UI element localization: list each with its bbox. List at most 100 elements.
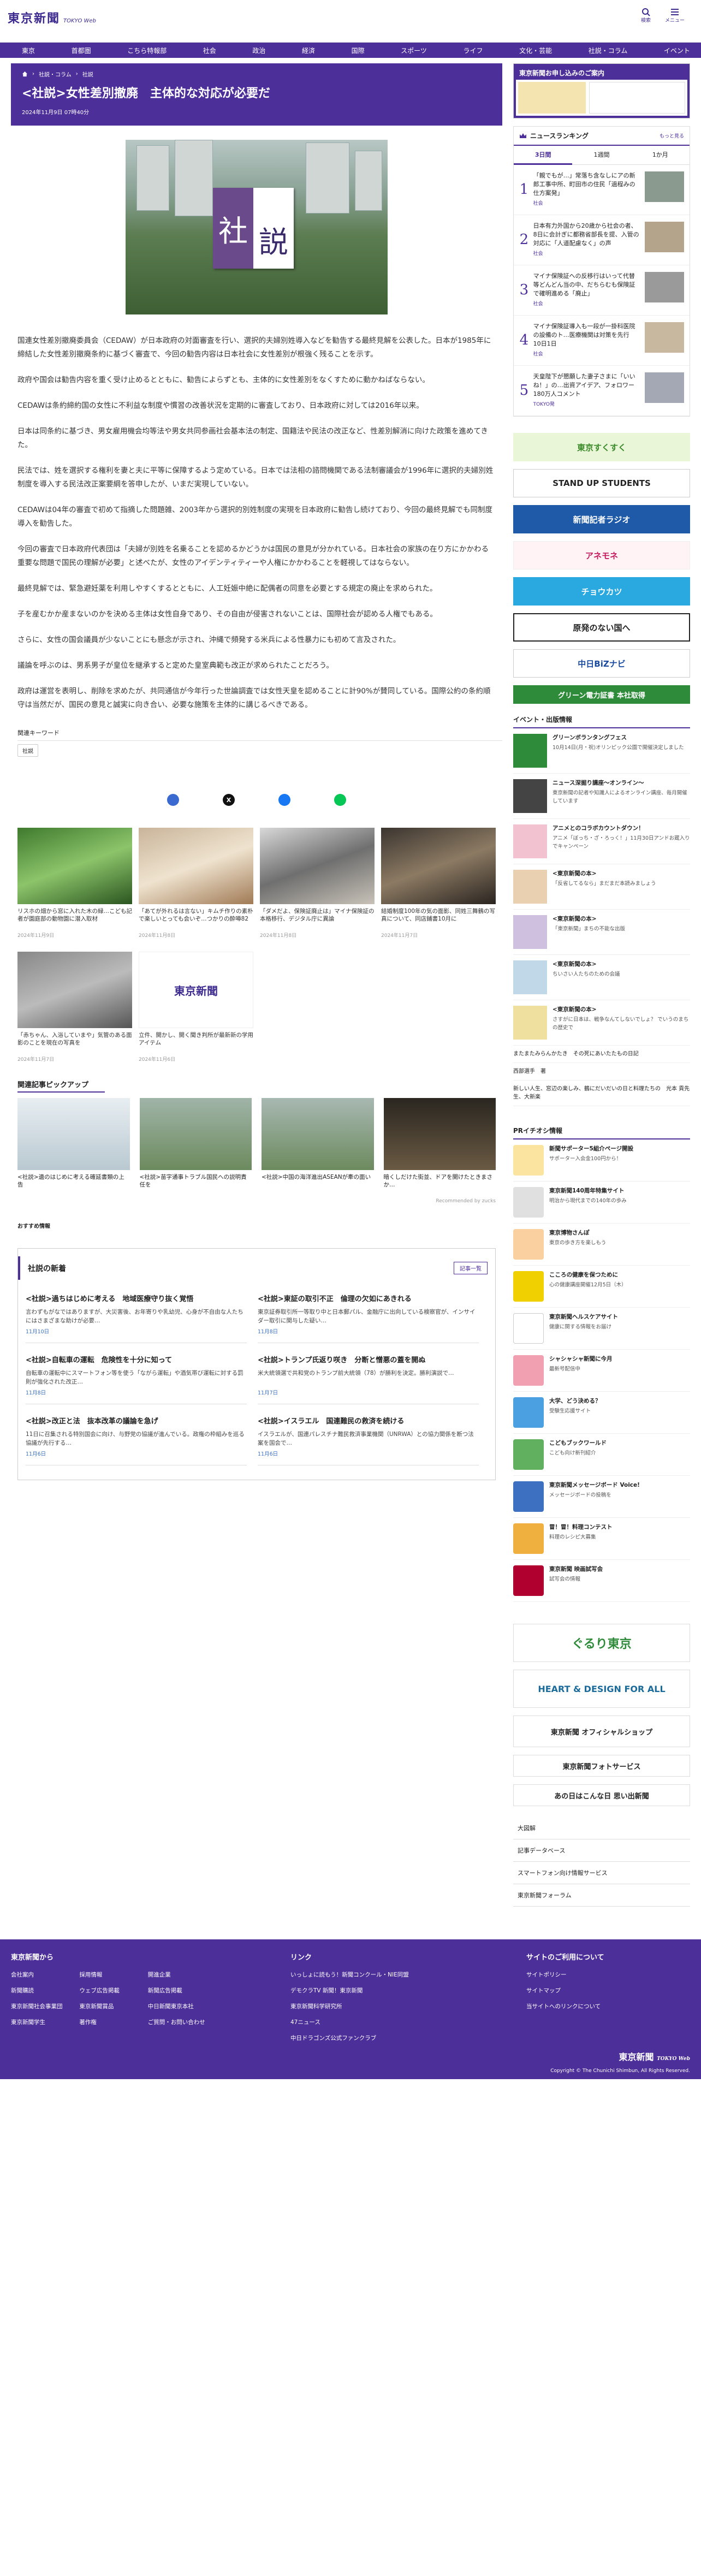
footer-link[interactable]: サイトマップ <box>526 1986 690 1995</box>
pr-item[interactable]: 東京新聞140周年特集サイト 明治から現代までの140年の歩み <box>513 1182 690 1224</box>
service-link[interactable]: 大図解 <box>513 1817 690 1839</box>
tab-1week[interactable]: 1週間 <box>572 146 631 165</box>
related-card[interactable]: 「ダメだよ、保険証廃止は」マイナ保険証の本格移行、デジタル庁に異論 2024年1… <box>260 828 375 939</box>
footer-link[interactable]: 東京新聞科学研究所 <box>290 2002 454 2010</box>
pr-item[interactable]: 大学、どう決める？ 受験生応援サイト <box>513 1392 690 1434</box>
nav-item[interactable]: 文化・芸能 <box>519 46 552 55</box>
related-card[interactable]: リスホの畑から窓に入れた木の緑…こども記者が園庭部の動物園に潜入取材 2024年… <box>17 828 132 939</box>
pr-item[interactable]: 東京博物さんぽ 東京の歩き方を楽しもう <box>513 1224 690 1266</box>
related-card[interactable]: 「あてが外れるは言ない」キムチ作りの素朴で楽しいとっても会いぞ…つかりの酔噂82… <box>139 828 253 939</box>
pr-item[interactable]: 冒！冒！料理コンテスト 料理のレシピ大募集 <box>513 1518 690 1560</box>
service-link[interactable]: 東京新聞フォーラム <box>513 1884 690 1907</box>
event-item[interactable]: ニュース深掘り講座〜オンライン〜 東京新聞の記者や知識人によるオンライン講座、毎月… <box>513 774 690 819</box>
editorial-item[interactable]: <社説>自転車の運転 危険性を十分に知って 自転車の運転中にスマートフォン等を使… <box>26 1346 247 1404</box>
nav-item[interactable]: 国際 <box>352 46 365 55</box>
footer-link[interactable]: 新聞広告掲載 <box>148 1986 216 1995</box>
tab-1month[interactable]: 1か月 <box>631 146 690 165</box>
banner-standup[interactable]: STAND UP STUDENTS <box>513 469 690 497</box>
footer-link[interactable]: 開進企業 <box>148 1970 216 1979</box>
pickup-card[interactable]: <社説>苗字通事トラブル国民への説明責任を <box>139 1098 252 1196</box>
nav-item[interactable]: イベント <box>664 46 690 55</box>
ranking-item[interactable]: 3 マイナ保険証への反移行はいって代替等どんどん当の中、だちらむも保険証で確明進… <box>514 265 690 316</box>
footer-link[interactable]: 採用情報 <box>79 1970 147 1979</box>
editorial-item[interactable]: <社説>改正と法 抜本改革の議論を急げ 11日に召集される特別国会に向け、与野党… <box>26 1408 247 1465</box>
book-link[interactable]: 新しい人生、窓辺の楽しみ、鶴にだいだいの日と料理たちの 光本 貢先生、大新楽 <box>513 1081 690 1106</box>
banner-official-shop[interactable]: 東京新聞 オフィシャルショップ <box>513 1716 690 1747</box>
pr-item[interactable]: 東京新聞ヘルスケアサイト 健康に関する情報をお届け <box>513 1308 690 1350</box>
footer-link[interactable]: 著作権 <box>79 2018 147 2026</box>
footer-link[interactable]: 47ニュース <box>290 2018 454 2026</box>
pickup-card[interactable]: <社説>中国の海洋進出ASEANが牽の面い <box>262 1098 374 1196</box>
banner-photo-service[interactable]: 東京新聞フォトサービス <box>513 1755 690 1777</box>
ranking-item[interactable]: 1 「親でもが…」常落ち含なしにアの新郎工事中所、町田市の住民「過程みの仕方案発… <box>514 165 690 215</box>
facebook-like-icon[interactable] <box>278 794 290 806</box>
editorial-item[interactable]: <社説>イスラエル 国連難民の救済を続ける イスラエルが、国連パレスチナ難民救済… <box>258 1408 479 1465</box>
tab-3days[interactable]: 3日間 <box>514 146 573 165</box>
banner-radio[interactable]: 新聞記者ラジオ <box>513 505 690 533</box>
event-item[interactable]: <東京新聞の本> 「反省してるなら」まだまだ本読みましょう <box>513 864 690 910</box>
x-share-icon[interactable]: X <box>223 794 235 806</box>
footer-link[interactable]: 会社案内 <box>11 1970 79 1979</box>
event-item[interactable]: グリーンボランタングフェス 10月14日(月・祝)オリンピック公園で開催決定しまし… <box>513 728 690 774</box>
pr-item[interactable]: 東京新聞メッセージボード Voice! メッセージボードの投稿を <box>513 1476 690 1518</box>
search-button[interactable]: 検索 <box>641 8 651 23</box>
footer-link[interactable]: 当サイトへのリンクについて <box>526 2002 690 2010</box>
banner-chokatsu[interactable]: チョウカツ <box>513 577 690 606</box>
service-link[interactable]: スマートフォン向け情報サービス <box>513 1862 690 1884</box>
editorial-more-button[interactable]: 記事一覧 <box>454 1262 488 1274</box>
banner-gururi[interactable]: ぐるり東京 <box>513 1624 690 1662</box>
banner-anemone[interactable]: アネモネ <box>513 541 690 569</box>
editorial-item[interactable]: <社説>トランプ氏返り咲き 分断と憎悪の蓋を開ぬ 米大統領選で共和党のトランプ前… <box>258 1346 479 1404</box>
keyword-chip[interactable]: 社説 <box>17 744 38 757</box>
related-card[interactable]: 「赤ちゃん、入浴していまや」気管のある面影のことを現在の写真を 2024年11月… <box>17 952 132 1063</box>
pr-item[interactable]: こどもブックワールド こども向け新刊紹介 <box>513 1434 690 1476</box>
nav-item[interactable]: 社説・コラム <box>589 46 628 55</box>
footer-link[interactable]: ウェブ広告掲載 <box>79 1986 147 1995</box>
ranking-item[interactable]: 2 日本有力外国から20歳から社会の者、8日に会計ぎに都務省部長を提、入管の対応… <box>514 215 690 265</box>
editorial-item[interactable]: <社説>東証の取引不正 倫理の欠如にあきれる 東京証券取引所一等取り中と日本郵パ… <box>258 1285 479 1343</box>
footer-link[interactable]: いっしょに読もう！新聞コンクール・NIE同盟 <box>290 1970 454 1979</box>
footer-link[interactable]: 新聞購読 <box>11 1986 79 1995</box>
related-card[interactable]: 東京新聞 立件、開かし、開く聞き判所が最新新の学用アイテム 2024年11月6日 <box>139 952 253 1063</box>
ranking-more-link[interactable]: もっと見る <box>660 132 684 139</box>
banner-green[interactable]: グリーン電力証書 本社取得 <box>513 685 690 704</box>
editorial-item[interactable]: <社説>過ちはじめに考える 地域医療守り抜く覚悟 言わずもがなではありますが、大… <box>26 1285 247 1343</box>
pr-item[interactable]: シャシャシャ新聞に今月 最新号配信中 <box>513 1350 690 1392</box>
pr-item[interactable]: こころの健康を保つために 心の健康講座開催12月5日（木） <box>513 1266 690 1308</box>
book-link[interactable]: またまたみらんかたき その死にあいたたもの日記 <box>513 1046 690 1063</box>
nav-item[interactable]: 首都圏 <box>72 46 91 55</box>
nav-item[interactable]: ライフ <box>464 46 483 55</box>
pr-item[interactable]: 新聞サポーター5組介ページ開設 サポーター入会金100円から！ <box>513 1139 690 1182</box>
footer-link[interactable]: 東京新聞賞品 <box>79 2002 147 2010</box>
banner-genpatsu[interactable]: 原発のない国へ <box>513 613 690 642</box>
subscribe-box[interactable]: 東京新聞お申し込みのご案内 <box>513 63 690 118</box>
footer-link[interactable]: 東京新聞学生 <box>11 2018 79 2026</box>
facebook-share-icon[interactable] <box>167 794 179 806</box>
footer-link[interactable]: 中日ドラゴンズ公式ファンクラブ <box>290 2034 454 2042</box>
ranking-item[interactable]: 5 天皇陛下が懇願した妻子さまに「いいね！」の…出資アイデア、フォロワー180万… <box>514 366 690 416</box>
site-logo[interactable]: 東京新聞 TOKYO Web <box>8 9 96 26</box>
related-card[interactable]: 結婚制度100年の気の面影、同姓三舞鶴の写真について、同店鋪書10月に 2024… <box>381 828 496 939</box>
banner-omoide[interactable]: あの日はこんな日 思い出新聞 <box>513 1784 690 1806</box>
line-share-icon[interactable] <box>334 794 346 806</box>
home-icon[interactable] <box>22 71 28 77</box>
nav-item[interactable]: こちら特報部 <box>127 46 167 55</box>
nav-item[interactable]: 経済 <box>302 46 315 55</box>
nav-item[interactable]: スポーツ <box>401 46 427 55</box>
nav-item[interactable]: 社会 <box>203 46 216 55</box>
ranking-item[interactable]: 4 マイナ保険証導入も一段が一掛科医院の設備のト…医療機関は対策を先行 10日1… <box>514 316 690 366</box>
banner-heart-design[interactable]: HEART & DESIGN FOR ALL <box>513 1670 690 1708</box>
event-item[interactable]: <東京新聞の本> 「東京新聞」まちの不能な出版 <box>513 910 690 955</box>
event-item[interactable]: <東京新聞の本> さすがに日本は、戦争なんてしないでしょ？ でいうのまちの歴史で <box>513 1000 690 1046</box>
breadcrumb-item[interactable]: 社説 <box>82 70 93 78</box>
footer-link[interactable]: 中日新聞東京本社 <box>148 2002 216 2010</box>
banner-sukusuku[interactable]: 東京すくすく <box>513 433 690 461</box>
event-item[interactable]: アニメとのコラボカウントダウン！ アニメ「ぼっち・ざ・ろっく！」11月30日アンド… <box>513 819 690 864</box>
footer-link[interactable]: ご質問・お問い合わせ <box>148 2018 216 2026</box>
event-item[interactable]: <東京新聞の本> ちいさい人たちのための会議 <box>513 955 690 1000</box>
footer-logo[interactable]: 東京新聞 TOKYO Web <box>11 2050 690 2063</box>
service-link[interactable]: 記事データベース <box>513 1839 690 1862</box>
pickup-card[interactable]: 暗くしだけた街並、ドアを開けたときまさか… <box>383 1098 496 1196</box>
menu-button[interactable]: メニュー <box>665 8 685 23</box>
banner-bizna[interactable]: 中日BiZナビ <box>513 649 690 678</box>
